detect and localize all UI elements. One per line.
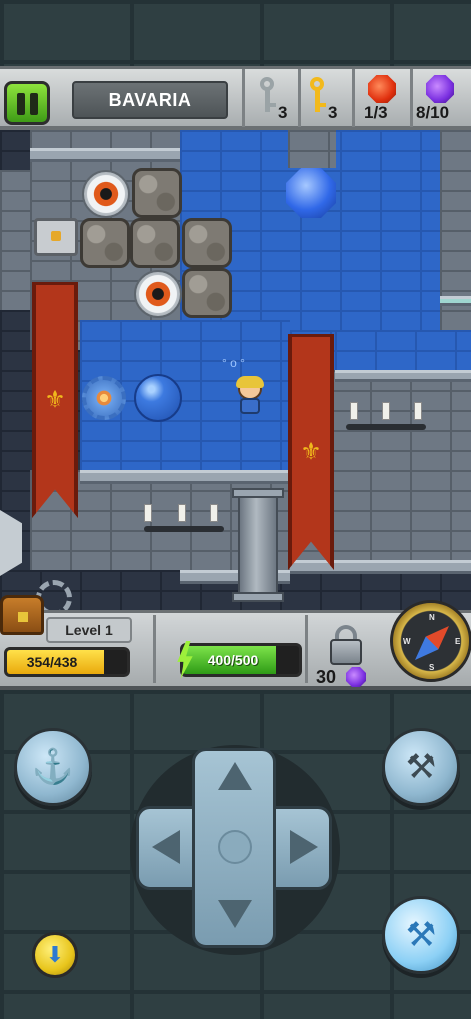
grappling-hook-button[interactable]: ⚓ <box>14 728 92 806</box>
xp-text: 354/438 <box>26 654 78 670</box>
drop-icon: ⬇ <box>45 942 65 967</box>
boulder[interactable] <box>80 218 130 268</box>
stone-ledge <box>335 370 471 382</box>
ice-hammer-button[interactable]: ⚒ <box>382 896 460 974</box>
red-gem-icon <box>368 75 396 103</box>
compass-north: N <box>429 613 435 622</box>
fleur-de-lis-icon: ⚜ <box>44 386 66 414</box>
dpad-right-button[interactable] <box>290 830 318 864</box>
red-gems-value: 1/3 <box>364 103 388 122</box>
hammer-icon: ⚒ <box>405 748 437 786</box>
dpad-center <box>218 830 252 864</box>
boulder[interactable] <box>130 218 180 268</box>
top-hud: BAVARIA 3 3 1/3 8/10 <box>0 66 471 130</box>
red-banner: ⚜ <box>288 334 334 570</box>
red-banner: ⚜ <box>32 282 78 518</box>
stone-column <box>238 498 278 594</box>
gold-keys-counter: 3 <box>306 73 346 129</box>
boulder[interactable] <box>182 268 232 318</box>
pillar-base <box>232 592 284 602</box>
treasure-chest[interactable] <box>34 218 78 256</box>
hammer-button[interactable]: ⚒ <box>382 728 460 806</box>
stone-pillar-left <box>0 170 30 310</box>
air-bubbles: ° o ° <box>222 356 245 370</box>
energy-panel[interactable]: 400/500 <box>153 615 308 683</box>
stone-ledge <box>290 560 471 574</box>
hud-divider <box>410 69 413 127</box>
fleur-de-lis-icon: ⚜ <box>300 438 322 466</box>
red-gems-counter: 1/3 <box>358 73 406 129</box>
silver-keys-counter: 3 <box>256 73 296 129</box>
energy-text: 400/500 <box>207 652 259 668</box>
water-pool <box>335 330 471 370</box>
stone-ledge <box>440 296 471 306</box>
pause-button[interactable] <box>4 81 50 125</box>
xp-progress-bar: 354/438 <box>4 647 130 677</box>
water-bubble <box>134 374 182 422</box>
dpad-down-button[interactable] <box>218 900 252 928</box>
player-character <box>232 376 266 416</box>
dpad-up-button[interactable] <box>218 762 252 790</box>
saw-blade-trap <box>82 170 130 218</box>
energy-progress-bar: 400/500 <box>180 643 302 677</box>
unlock-cost: 30 <box>316 667 337 687</box>
hud-divider <box>242 69 245 127</box>
stone-ledge <box>80 470 290 484</box>
unlock-button[interactable]: 30 <box>312 615 372 687</box>
game-map[interactable]: ° o ° ⚜ ⚜ <box>0 130 471 610</box>
stone-ledge <box>30 148 180 162</box>
purple-gem-icon <box>426 75 454 103</box>
saw-blade-trap <box>134 270 182 318</box>
silver-keys-value: 3 <box>278 103 288 122</box>
level-name: BAVARIA <box>72 81 228 119</box>
player-level-label: Level 1 <box>46 617 132 643</box>
cog-gear <box>82 376 126 420</box>
stone-block <box>288 130 336 168</box>
blue-gem[interactable] <box>286 168 336 218</box>
boulder[interactable] <box>132 168 182 218</box>
padlock-icon <box>330 639 362 665</box>
purple-gems-value: 8/10 <box>416 103 450 122</box>
compass-needle <box>409 620 456 667</box>
hud-divider <box>298 69 301 127</box>
candelabra <box>144 504 224 554</box>
compass-south: S <box>429 663 435 672</box>
grappling-hook-icon: ⚓ <box>31 748 75 786</box>
compass-west: W <box>403 637 411 646</box>
inventory-chest-button[interactable] <box>0 595 44 635</box>
hud-divider <box>352 69 355 127</box>
gold-keys-value: 3 <box>328 103 338 122</box>
drop-button[interactable]: ⬇ <box>32 932 78 978</box>
compass-map-button[interactable]: N E S W <box>390 600 471 682</box>
dpad-left-button[interactable] <box>152 830 180 864</box>
purple-gems-counter: 8/10 <box>414 73 470 129</box>
candelabra <box>346 402 426 452</box>
ice-hammer-icon: ⚒ <box>405 916 437 954</box>
boulder[interactable] <box>182 218 232 268</box>
top-stone-wall <box>0 0 471 66</box>
compass-east: E <box>455 637 461 646</box>
purple-gem-icon <box>346 667 366 687</box>
pillar-cap <box>232 488 284 498</box>
